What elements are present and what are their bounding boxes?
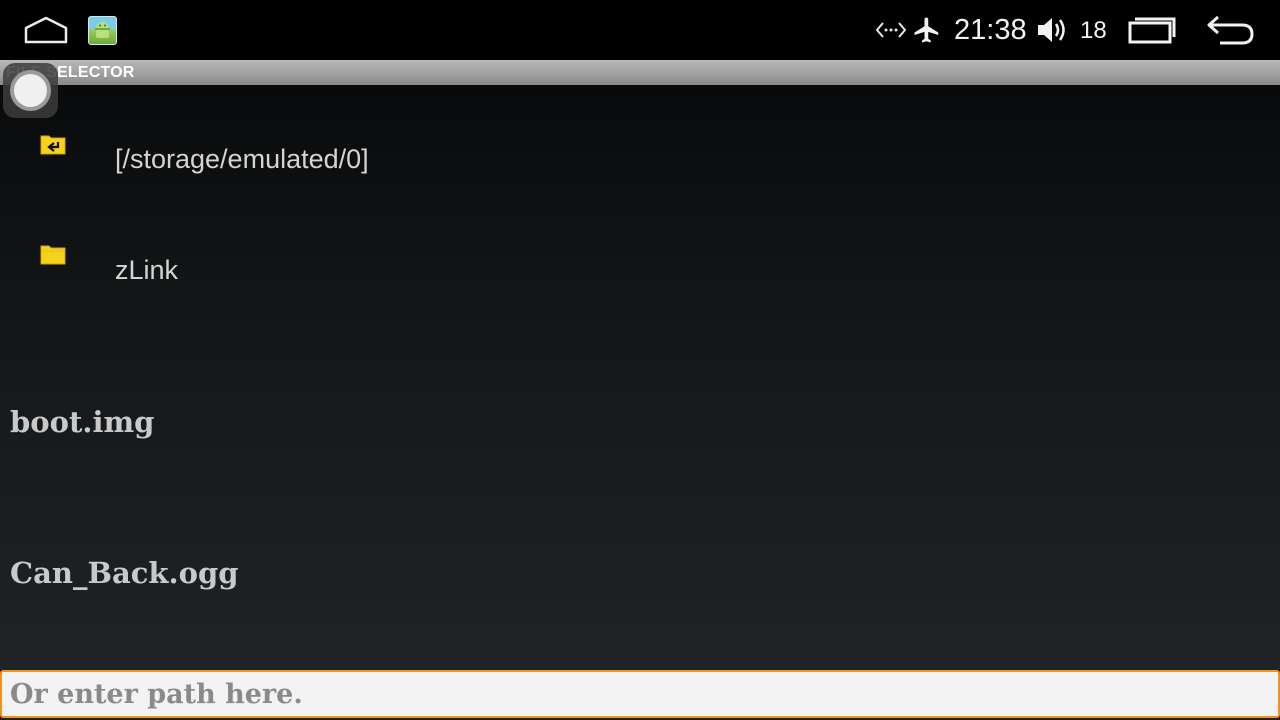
recent-apps-icon[interactable] (1128, 16, 1176, 44)
data-transfer-icon (876, 22, 906, 38)
folder-up-icon (40, 135, 66, 155)
app-gallery-icon[interactable] (88, 16, 117, 45)
title-bar: FILE SELECTOR (0, 60, 1280, 85)
status-time: 21:38 (954, 14, 1027, 46)
path-input[interactable] (0, 670, 1280, 718)
airplane-icon (914, 17, 939, 43)
list-item-file[interactable]: boot.img (10, 404, 154, 440)
back-arrow-icon[interactable] (1206, 14, 1256, 46)
home-icon[interactable] (24, 16, 68, 44)
list-item-parent-directory[interactable]: [/storage/emulated/0] (0, 130, 1280, 190)
status-bar: 21:38 18 (0, 0, 1280, 60)
floating-assistive-button[interactable] (3, 63, 58, 118)
volume-level: 18 (1080, 17, 1107, 44)
list-item-directory[interactable]: zLink (0, 240, 1280, 300)
list-item-file[interactable]: Can_Back.ogg (10, 555, 239, 591)
folder-icon (40, 245, 66, 265)
list-item-label: zLink (115, 255, 179, 285)
volume-icon[interactable] (1036, 14, 1070, 46)
list-item-label: [/storage/emulated/0] (115, 144, 369, 174)
